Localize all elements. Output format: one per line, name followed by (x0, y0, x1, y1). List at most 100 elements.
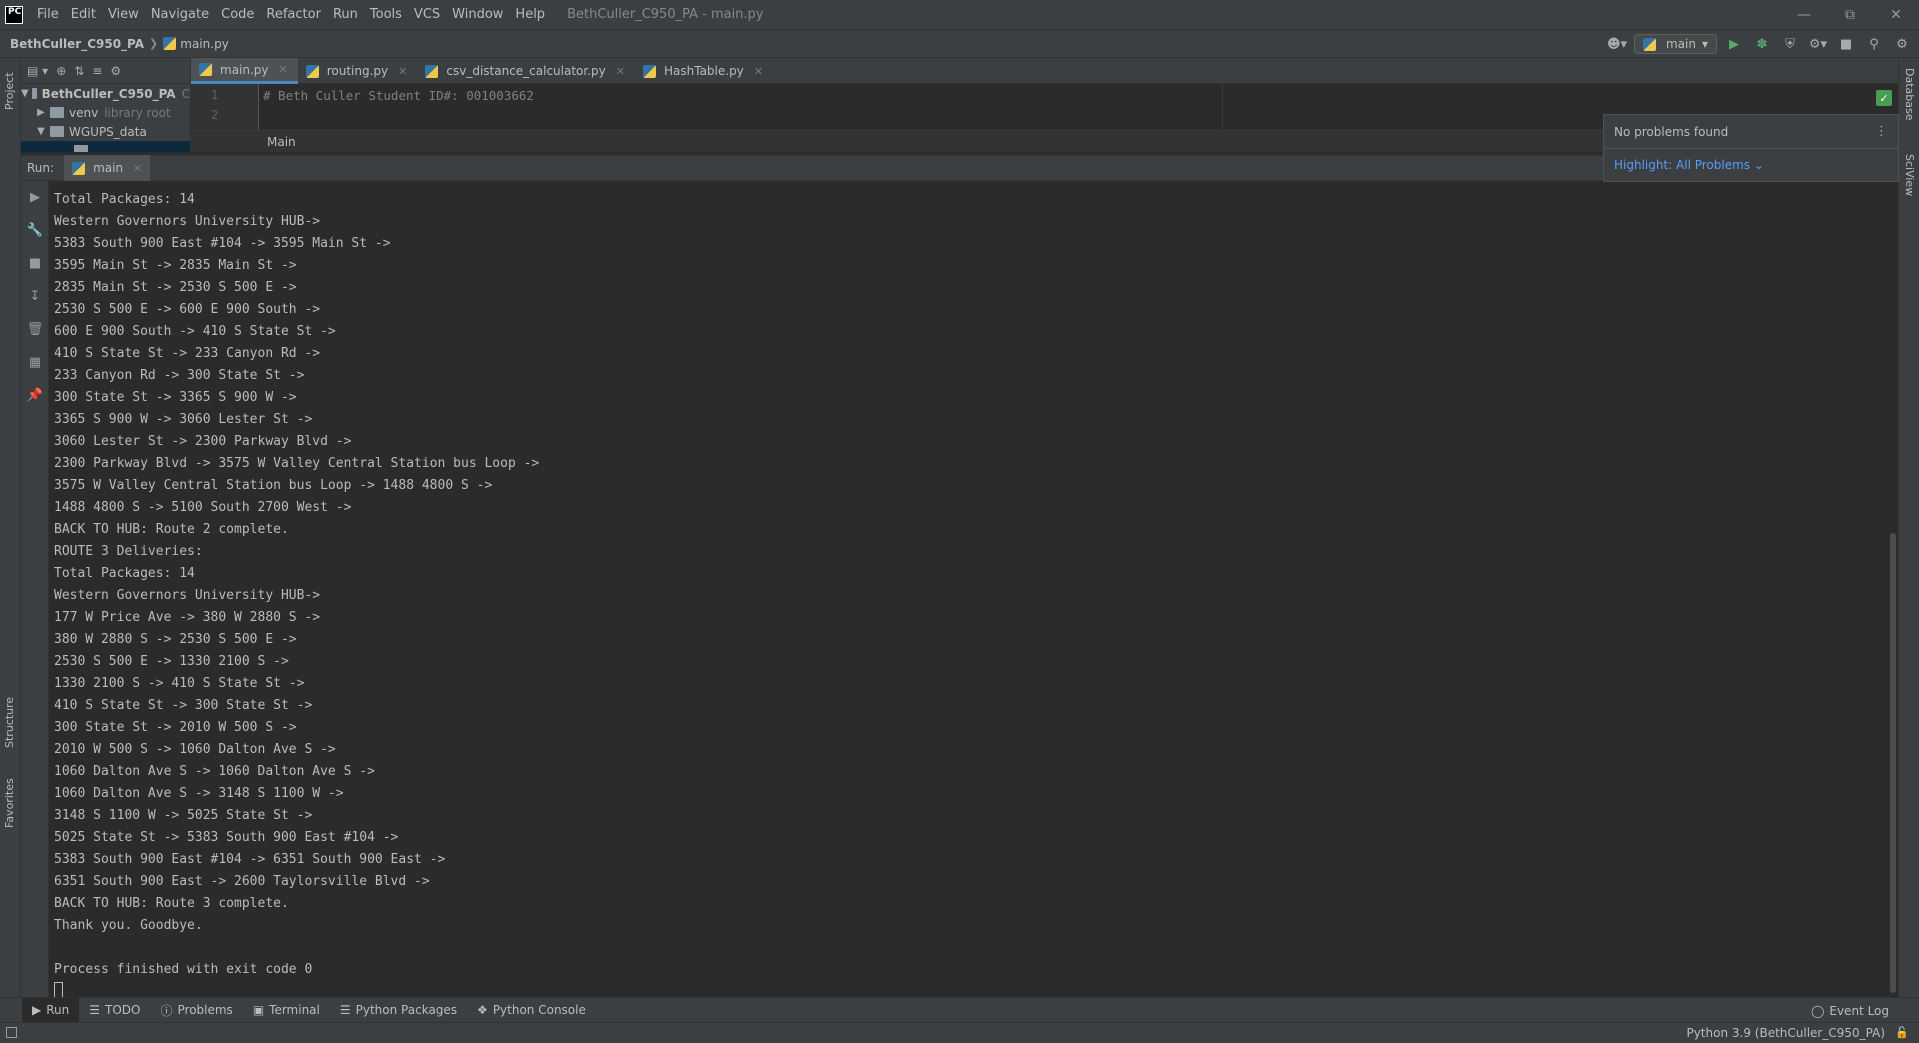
tab-csv-distance-calculator-py[interactable]: csv_distance_calculator.py ✕ (417, 58, 635, 84)
tab-main-py[interactable]: main.py ✕ (191, 58, 298, 84)
restore-icon[interactable]: ⧉ (1827, 0, 1873, 29)
window-controls: — ⧉ ✕ (1781, 0, 1919, 29)
run-side-toolbar: ▶ 🔧 ■ ↧ 🗑 ▦ 📌 (21, 181, 49, 997)
debug-icon[interactable]: ✽ (1751, 33, 1773, 55)
problems-status-text: No problems found (1614, 124, 1729, 139)
menu-file[interactable]: File (31, 7, 65, 22)
run-configuration-select[interactable]: main ▾ (1633, 34, 1717, 54)
menu-code[interactable]: Code (215, 7, 260, 22)
console-line: Western Governors University HUB-> (54, 588, 321, 603)
close-icon[interactable]: ✕ (754, 65, 763, 78)
sciview-tool-button[interactable]: SciView (1903, 154, 1916, 196)
breadcrumb-project[interactable]: BethCuller_C950_PA (10, 37, 144, 51)
lock-icon[interactable]: 🔓 (1895, 1026, 1909, 1039)
more-options-icon[interactable]: ⋮ (1875, 124, 1888, 139)
code-line[interactable]: # Beth Culler Student ID#: 001003662 (263, 88, 534, 103)
database-tool-button[interactable]: Database (1903, 68, 1916, 121)
close-icon[interactable]: ✕ (279, 63, 288, 76)
pin-icon[interactable]: 📌 (21, 379, 49, 412)
tree-item-label: venv (69, 105, 99, 120)
title-bar: PC File Edit View Navigate Code Refactor… (0, 0, 1919, 29)
tree-item-venv[interactable]: ▶ venv library root (21, 103, 190, 122)
close-icon[interactable]: ✕ (1873, 0, 1919, 29)
python-file-icon (72, 161, 86, 175)
highlight-level-label: Highlight: All Problems (1614, 158, 1751, 172)
python-file-icon (199, 63, 212, 76)
project-settings-gear-icon[interactable]: ⚙ (110, 64, 121, 78)
menu-window[interactable]: Window (446, 7, 509, 22)
chevron-down-icon[interactable]: ▼ (21, 88, 29, 99)
settings-gear-icon[interactable]: ⚙ (1891, 33, 1913, 55)
tab-hashtable-py[interactable]: HashTable.py ✕ (635, 58, 773, 84)
run-console-output[interactable]: Total Packages: 14 Western Governors Univ… (49, 181, 1898, 997)
close-icon[interactable]: ✕ (616, 65, 625, 78)
stop-icon[interactable]: ■ (1835, 33, 1857, 55)
menu-tools[interactable]: Tools (364, 7, 408, 22)
run-tab-main[interactable]: main ✕ (64, 155, 151, 181)
menu-view[interactable]: View (102, 7, 145, 22)
console-input-cursor[interactable] (54, 982, 63, 997)
minimize-icon[interactable]: — (1781, 0, 1827, 29)
structure-tool-button[interactable]: Structure (3, 697, 16, 748)
breadcrumb-file-label: main.py (180, 36, 229, 51)
checkmark-icon[interactable]: ✓ (1876, 90, 1892, 106)
scroll-to-end-icon[interactable]: ↧ (21, 280, 49, 313)
stop-icon[interactable]: ■ (21, 247, 49, 280)
console-line: 3365 S 900 W -> 3060 Lester St -> (54, 412, 313, 427)
chevron-down-icon[interactable]: ▼ (35, 126, 47, 137)
tool-run[interactable]: ▶ Run (22, 997, 80, 1023)
toggle-tool-windows-icon[interactable] (6, 1027, 17, 1038)
run-icon: ▶ (32, 1003, 42, 1017)
tool-python-console[interactable]: ❖ Python Console (467, 998, 596, 1023)
tool-python-packages[interactable]: ☰ Python Packages (330, 998, 467, 1023)
breadcrumb-file[interactable]: main.py (163, 37, 229, 51)
project-view-dropdown-icon[interactable]: ▤ ▾ (27, 64, 48, 78)
tool-label: Terminal (269, 1003, 320, 1017)
chevron-right-icon[interactable]: ▶ (35, 107, 47, 118)
tree-item-project-root[interactable]: ▼ BethCuller_C950_PA C (21, 84, 190, 103)
menu-help[interactable]: Help (509, 7, 551, 22)
tab-routing-py[interactable]: routing.py ✕ (298, 58, 418, 84)
tool-event-log[interactable]: ◯ Event Log (1811, 998, 1889, 1023)
tree-item-wgups-data[interactable]: ▼ WGUPS_data (21, 122, 190, 141)
chevron-down-icon: ⌄ (1754, 158, 1765, 172)
profile-icon[interactable]: ⚙▾ (1807, 33, 1829, 55)
run-icon[interactable]: ▶ (1723, 33, 1745, 55)
console-line: 600 E 900 South -> 410 S State St -> (54, 324, 336, 339)
menu-navigate[interactable]: Navigate (145, 7, 215, 22)
menu-vcs[interactable]: VCS (408, 7, 446, 22)
python-file-icon (305, 64, 319, 78)
close-icon[interactable]: ✕ (398, 65, 407, 78)
tool-label: TODO (105, 1003, 141, 1017)
highlight-level-dropdown[interactable]: Highlight: All Problems ⌄ (1604, 149, 1898, 181)
menu-refactor[interactable]: Refactor (260, 7, 327, 22)
wrench-icon[interactable]: 🔧 (21, 214, 49, 247)
console-line: 3148 S 1100 W -> 5025 State St -> (54, 808, 313, 823)
project-tool-button[interactable]: Project (3, 72, 16, 110)
menu-edit[interactable]: Edit (65, 7, 102, 22)
editor-breadcrumb[interactable]: Main (267, 135, 296, 149)
favorites-tool-button[interactable]: Favorites (3, 778, 16, 828)
console-line: 3595 Main St -> 2835 Main St -> (54, 258, 297, 273)
locate-icon[interactable]: ⊕ (56, 64, 66, 78)
left-tool-stripe: Project Structure Favorites (0, 58, 21, 1016)
close-icon[interactable]: ✕ (133, 162, 142, 175)
editor-tabs: main.py ✕ routing.py ✕ csv_distance_calc… (191, 58, 1898, 84)
tool-todo[interactable]: ☰ TODO (79, 998, 150, 1023)
search-icon[interactable]: ⚲ (1863, 33, 1885, 55)
tool-terminal[interactable]: ▣ Terminal (243, 998, 330, 1023)
user-dropdown-icon[interactable]: ☻▾ (1606, 33, 1628, 55)
layout-icon[interactable]: ▦ (21, 346, 49, 379)
tree-item-selected[interactable] (21, 141, 190, 152)
collapse-all-icon[interactable]: ≡ (92, 64, 102, 78)
line-number: 1 (211, 88, 219, 102)
tool-problems[interactable]: ⓘ Problems (150, 998, 242, 1023)
console-scrollbar[interactable] (1890, 533, 1896, 993)
python-interpreter-status[interactable]: Python 3.9 (BethCuller_C950_PA) (1686, 1026, 1885, 1040)
menu-run[interactable]: Run (327, 7, 364, 22)
expand-all-icon[interactable]: ⇅ (74, 64, 84, 78)
console-line: 300 State St -> 3365 S 900 W -> (54, 390, 297, 405)
coverage-icon[interactable]: ⛨ (1779, 33, 1801, 55)
rerun-icon[interactable]: ▶ (21, 181, 49, 214)
trash-icon[interactable]: 🗑 (21, 313, 49, 346)
